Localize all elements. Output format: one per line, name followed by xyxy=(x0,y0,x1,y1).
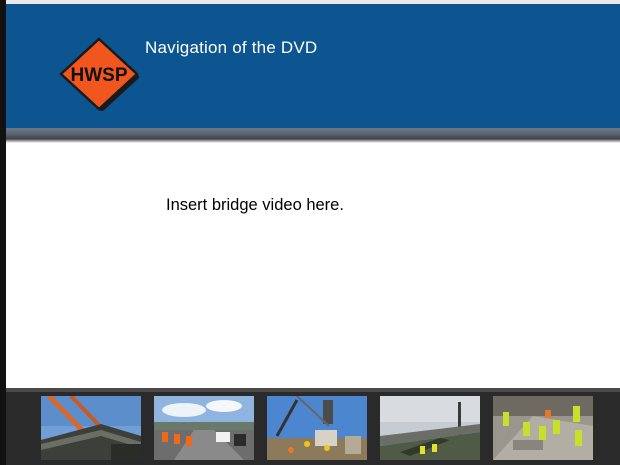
page-title: Navigation of the DVD xyxy=(145,38,318,57)
thumbnail-highway-cones xyxy=(154,396,254,460)
logo-text: HWSP xyxy=(71,65,128,86)
photo-filmstrip xyxy=(6,388,620,465)
video-placeholder-text: Insert bridge video here. xyxy=(166,196,344,214)
thumbnail-road-workers xyxy=(493,396,593,460)
header-divider-bar xyxy=(6,128,620,139)
header-top-line xyxy=(6,0,620,4)
hwsp-logo: HWSP xyxy=(59,37,139,111)
thumbnail-crane-site xyxy=(267,396,367,460)
filmstrip-edge xyxy=(6,388,620,392)
thumbnail-steel-girder xyxy=(41,396,141,460)
header-divider-shadow xyxy=(6,139,620,143)
slide: HWSP Navigation of the DVD Insert bridge… xyxy=(0,0,620,465)
thumbnail-bridge-overpass xyxy=(380,396,480,460)
